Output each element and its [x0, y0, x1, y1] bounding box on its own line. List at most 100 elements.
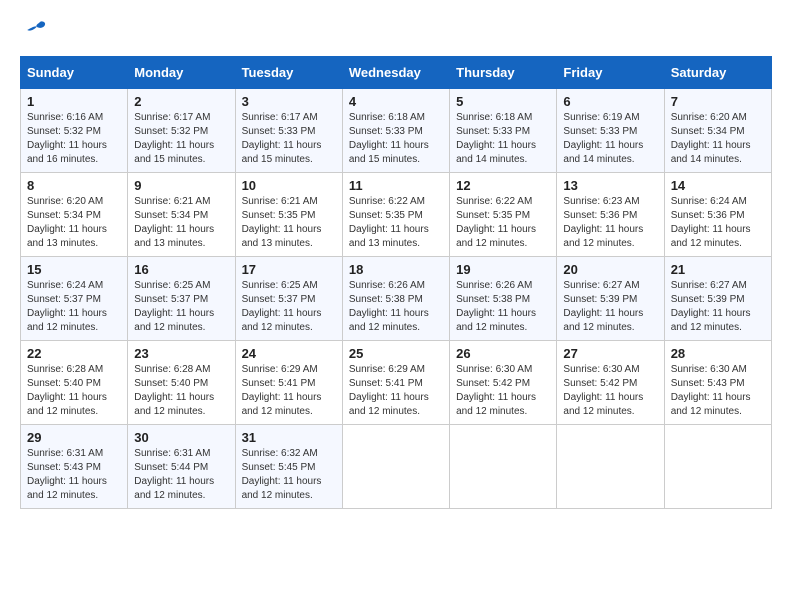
day-number: 26: [456, 346, 550, 361]
day-number: 5: [456, 94, 550, 109]
calendar-week-5: 29 Sunrise: 6:31 AM Sunset: 5:43 PM Dayl…: [21, 425, 772, 509]
day-number: 23: [134, 346, 228, 361]
calendar-week-1: 1 Sunrise: 6:16 AM Sunset: 5:32 PM Dayli…: [21, 89, 772, 173]
calendar-week-2: 8 Sunrise: 6:20 AM Sunset: 5:34 PM Dayli…: [21, 173, 772, 257]
calendar-cell: 27 Sunrise: 6:30 AM Sunset: 5:42 PM Dayl…: [557, 341, 664, 425]
calendar-cell: [342, 425, 449, 509]
calendar-cell: 14 Sunrise: 6:24 AM Sunset: 5:36 PM Dayl…: [664, 173, 771, 257]
day-number: 18: [349, 262, 443, 277]
calendar-cell: 11 Sunrise: 6:22 AM Sunset: 5:35 PM Dayl…: [342, 173, 449, 257]
cell-content: Sunrise: 6:26 AM Sunset: 5:38 PM Dayligh…: [349, 279, 443, 335]
day-number: 11: [349, 178, 443, 193]
calendar-week-4: 22 Sunrise: 6:28 AM Sunset: 5:40 PM Dayl…: [21, 341, 772, 425]
cell-content: Sunrise: 6:30 AM Sunset: 5:42 PM Dayligh…: [456, 363, 550, 419]
logo: [20, 20, 48, 40]
calendar-cell: 24 Sunrise: 6:29 AM Sunset: 5:41 PM Dayl…: [235, 341, 342, 425]
cell-content: Sunrise: 6:32 AM Sunset: 5:45 PM Dayligh…: [242, 447, 336, 503]
calendar-cell: 31 Sunrise: 6:32 AM Sunset: 5:45 PM Dayl…: [235, 425, 342, 509]
day-number: 7: [671, 94, 765, 109]
calendar-cell: 3 Sunrise: 6:17 AM Sunset: 5:33 PM Dayli…: [235, 89, 342, 173]
calendar-cell: 23 Sunrise: 6:28 AM Sunset: 5:40 PM Dayl…: [128, 341, 235, 425]
day-number: 28: [671, 346, 765, 361]
page-header: [20, 20, 772, 40]
cell-content: Sunrise: 6:28 AM Sunset: 5:40 PM Dayligh…: [134, 363, 228, 419]
day-number: 8: [27, 178, 121, 193]
cell-content: Sunrise: 6:22 AM Sunset: 5:35 PM Dayligh…: [349, 195, 443, 251]
day-number: 4: [349, 94, 443, 109]
cell-content: Sunrise: 6:29 AM Sunset: 5:41 PM Dayligh…: [242, 363, 336, 419]
calendar-cell: 28 Sunrise: 6:30 AM Sunset: 5:43 PM Dayl…: [664, 341, 771, 425]
day-number: 24: [242, 346, 336, 361]
cell-content: Sunrise: 6:19 AM Sunset: 5:33 PM Dayligh…: [563, 111, 657, 167]
cell-content: Sunrise: 6:20 AM Sunset: 5:34 PM Dayligh…: [27, 195, 121, 251]
calendar-week-3: 15 Sunrise: 6:24 AM Sunset: 5:37 PM Dayl…: [21, 257, 772, 341]
day-number: 21: [671, 262, 765, 277]
logo-bird-icon: [24, 20, 48, 40]
day-number: 9: [134, 178, 228, 193]
day-number: 29: [27, 430, 121, 445]
cell-content: Sunrise: 6:27 AM Sunset: 5:39 PM Dayligh…: [563, 279, 657, 335]
day-number: 30: [134, 430, 228, 445]
cell-content: Sunrise: 6:16 AM Sunset: 5:32 PM Dayligh…: [27, 111, 121, 167]
day-header-friday: Friday: [557, 57, 664, 89]
calendar-cell: 25 Sunrise: 6:29 AM Sunset: 5:41 PM Dayl…: [342, 341, 449, 425]
calendar-cell: 5 Sunrise: 6:18 AM Sunset: 5:33 PM Dayli…: [450, 89, 557, 173]
day-number: 31: [242, 430, 336, 445]
day-header-saturday: Saturday: [664, 57, 771, 89]
day-number: 27: [563, 346, 657, 361]
cell-content: Sunrise: 6:17 AM Sunset: 5:33 PM Dayligh…: [242, 111, 336, 167]
calendar-cell: [664, 425, 771, 509]
day-number: 3: [242, 94, 336, 109]
cell-content: Sunrise: 6:23 AM Sunset: 5:36 PM Dayligh…: [563, 195, 657, 251]
calendar-cell: 2 Sunrise: 6:17 AM Sunset: 5:32 PM Dayli…: [128, 89, 235, 173]
day-number: 14: [671, 178, 765, 193]
cell-content: Sunrise: 6:21 AM Sunset: 5:34 PM Dayligh…: [134, 195, 228, 251]
day-header-monday: Monday: [128, 57, 235, 89]
calendar-cell: 29 Sunrise: 6:31 AM Sunset: 5:43 PM Dayl…: [21, 425, 128, 509]
calendar-cell: 18 Sunrise: 6:26 AM Sunset: 5:38 PM Dayl…: [342, 257, 449, 341]
cell-content: Sunrise: 6:18 AM Sunset: 5:33 PM Dayligh…: [456, 111, 550, 167]
cell-content: Sunrise: 6:22 AM Sunset: 5:35 PM Dayligh…: [456, 195, 550, 251]
day-number: 15: [27, 262, 121, 277]
cell-content: Sunrise: 6:25 AM Sunset: 5:37 PM Dayligh…: [242, 279, 336, 335]
day-number: 10: [242, 178, 336, 193]
cell-content: Sunrise: 6:24 AM Sunset: 5:37 PM Dayligh…: [27, 279, 121, 335]
cell-content: Sunrise: 6:20 AM Sunset: 5:34 PM Dayligh…: [671, 111, 765, 167]
day-header-sunday: Sunday: [21, 57, 128, 89]
day-number: 13: [563, 178, 657, 193]
day-header-wednesday: Wednesday: [342, 57, 449, 89]
calendar-cell: [450, 425, 557, 509]
cell-content: Sunrise: 6:26 AM Sunset: 5:38 PM Dayligh…: [456, 279, 550, 335]
cell-content: Sunrise: 6:25 AM Sunset: 5:37 PM Dayligh…: [134, 279, 228, 335]
calendar-cell: 16 Sunrise: 6:25 AM Sunset: 5:37 PM Dayl…: [128, 257, 235, 341]
calendar-cell: 1 Sunrise: 6:16 AM Sunset: 5:32 PM Dayli…: [21, 89, 128, 173]
cell-content: Sunrise: 6:18 AM Sunset: 5:33 PM Dayligh…: [349, 111, 443, 167]
calendar-cell: 13 Sunrise: 6:23 AM Sunset: 5:36 PM Dayl…: [557, 173, 664, 257]
calendar-table: SundayMondayTuesdayWednesdayThursdayFrid…: [20, 56, 772, 509]
day-header-thursday: Thursday: [450, 57, 557, 89]
calendar-cell: 7 Sunrise: 6:20 AM Sunset: 5:34 PM Dayli…: [664, 89, 771, 173]
cell-content: Sunrise: 6:31 AM Sunset: 5:44 PM Dayligh…: [134, 447, 228, 503]
day-number: 22: [27, 346, 121, 361]
calendar-cell: 17 Sunrise: 6:25 AM Sunset: 5:37 PM Dayl…: [235, 257, 342, 341]
calendar-cell: 8 Sunrise: 6:20 AM Sunset: 5:34 PM Dayli…: [21, 173, 128, 257]
calendar-cell: 30 Sunrise: 6:31 AM Sunset: 5:44 PM Dayl…: [128, 425, 235, 509]
calendar-header-row: SundayMondayTuesdayWednesdayThursdayFrid…: [21, 57, 772, 89]
calendar-cell: 9 Sunrise: 6:21 AM Sunset: 5:34 PM Dayli…: [128, 173, 235, 257]
cell-content: Sunrise: 6:30 AM Sunset: 5:42 PM Dayligh…: [563, 363, 657, 419]
day-header-tuesday: Tuesday: [235, 57, 342, 89]
day-number: 6: [563, 94, 657, 109]
cell-content: Sunrise: 6:17 AM Sunset: 5:32 PM Dayligh…: [134, 111, 228, 167]
calendar-cell: 10 Sunrise: 6:21 AM Sunset: 5:35 PM Dayl…: [235, 173, 342, 257]
day-number: 1: [27, 94, 121, 109]
calendar-cell: 21 Sunrise: 6:27 AM Sunset: 5:39 PM Dayl…: [664, 257, 771, 341]
calendar-cell: [557, 425, 664, 509]
calendar-cell: 22 Sunrise: 6:28 AM Sunset: 5:40 PM Dayl…: [21, 341, 128, 425]
calendar-cell: 15 Sunrise: 6:24 AM Sunset: 5:37 PM Dayl…: [21, 257, 128, 341]
cell-content: Sunrise: 6:24 AM Sunset: 5:36 PM Dayligh…: [671, 195, 765, 251]
calendar-cell: 12 Sunrise: 6:22 AM Sunset: 5:35 PM Dayl…: [450, 173, 557, 257]
calendar-cell: 19 Sunrise: 6:26 AM Sunset: 5:38 PM Dayl…: [450, 257, 557, 341]
cell-content: Sunrise: 6:28 AM Sunset: 5:40 PM Dayligh…: [27, 363, 121, 419]
calendar-cell: 26 Sunrise: 6:30 AM Sunset: 5:42 PM Dayl…: [450, 341, 557, 425]
cell-content: Sunrise: 6:27 AM Sunset: 5:39 PM Dayligh…: [671, 279, 765, 335]
